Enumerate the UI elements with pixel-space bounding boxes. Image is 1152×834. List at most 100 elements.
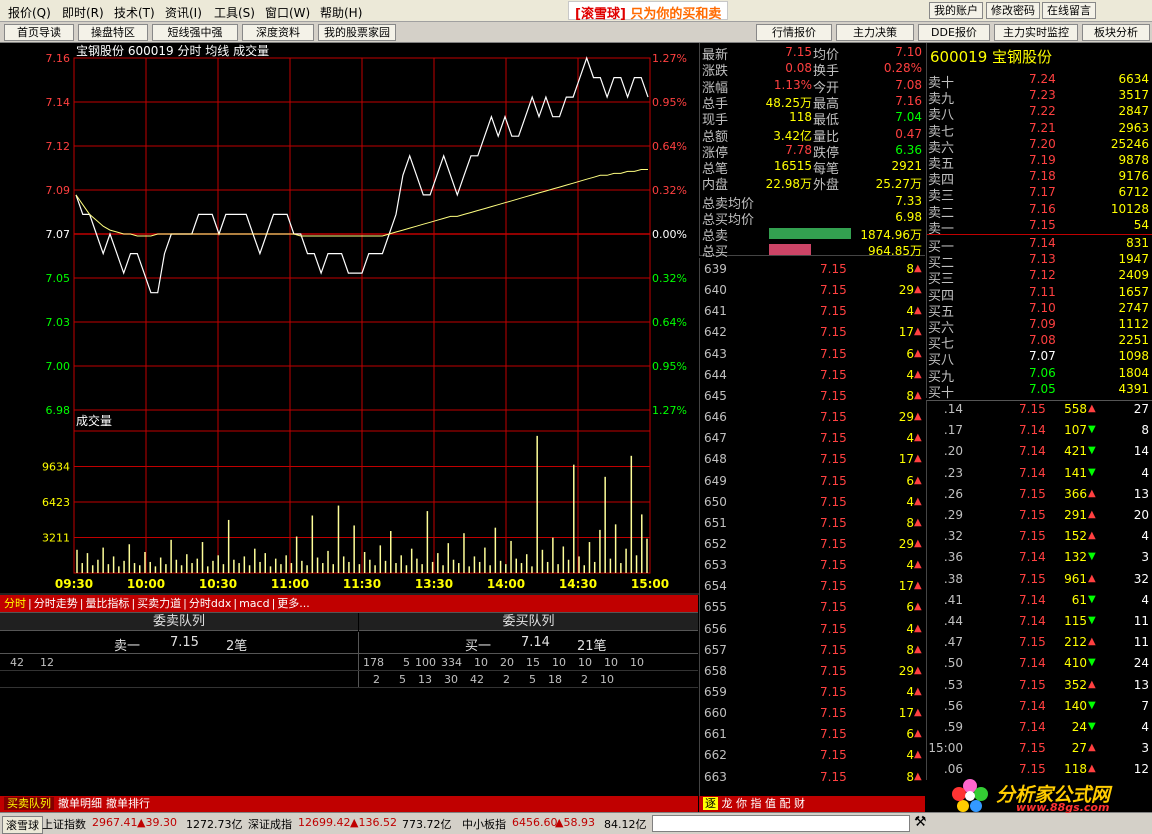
tick-volume: 4 <box>906 558 914 573</box>
toolbar-right-button-4[interactable]: 板块分析 <box>1082 24 1150 41</box>
book-title: 600019 宝钢股份 <box>930 48 1053 66</box>
toolbar: 首页导读 操盘特区 短线强中强 深度资料 我的股票家园 行情报价 主力决策 DDE报价 主力实时… <box>0 22 1152 43</box>
trade-count: 12 <box>1133 762 1149 777</box>
menu-item-5[interactable]: 窗口(W) <box>265 4 310 21</box>
bottom-tab-0[interactable]: 买卖队列 <box>4 797 54 810</box>
sell-queue-cell: 42 <box>10 656 24 669</box>
trade-volume: 961 <box>1064 571 1087 586</box>
up-arrow-icon: ▲ <box>1088 763 1096 775</box>
toolbar-right-button-2[interactable]: DDE报价 <box>918 24 990 41</box>
quote-value: 7.10 <box>895 45 922 59</box>
indicator-tab-0[interactable]: 分时 <box>4 597 26 610</box>
menu-item-0[interactable]: 报价(Q) <box>8 4 51 21</box>
book-row: 卖六 7.20 25246 <box>927 137 1152 156</box>
trade-volume: 152 <box>1064 529 1087 544</box>
trade-volume: 291 <box>1064 508 1087 522</box>
tick-row: 650 7.15 4 ▲ <box>700 495 926 516</box>
indicator-tab-2[interactable]: 量比指标 <box>85 597 129 610</box>
indicator-tab-4[interactable]: 分时ddx <box>189 597 231 610</box>
indicator-tab-1[interactable]: 分时走势 <box>34 597 78 610</box>
status-app-button[interactable]: 滚雪球 <box>2 816 43 834</box>
account-button-2[interactable]: 在线留言 <box>1042 2 1096 19</box>
price-tick-label: 7.05 <box>46 272 71 285</box>
toolbar-right-button-1[interactable]: 主力决策 <box>836 24 914 41</box>
trade-volume: 115 <box>1064 614 1087 628</box>
indicator-tab-6[interactable]: 更多... <box>277 597 310 610</box>
bottom-tab-2[interactable]: 撤单排行 <box>106 797 150 810</box>
trade-volume: 140 <box>1064 698 1087 713</box>
tools-icon[interactable]: ⚒ <box>914 814 927 830</box>
index-sh-change: ▲39.30 <box>137 816 177 829</box>
tick-price: 7.15 <box>820 515 847 530</box>
menu-item-6[interactable]: 帮助(H) <box>320 4 362 21</box>
side-tab-2[interactable]: 你 <box>736 797 747 810</box>
buy-queue-cell: 2 <box>581 673 588 686</box>
buy-queue-cell: 178 <box>363 656 384 669</box>
quote-panel: 最新 7.15 均价 7.10 涨跌 0.08 换手 0.28% 涨幅 1.13% 今开 7.08 总手… <box>699 43 925 260</box>
down-arrow-icon: ▼ <box>1088 445 1096 457</box>
up-arrow-icon: ▲ <box>914 389 922 401</box>
tick-price: 7.15 <box>820 367 847 382</box>
index-sz-value: 12699.42 <box>298 816 351 829</box>
trade-row: .47 7.15 212 ▲ 11 <box>927 635 1152 656</box>
tick-price: 7.15 <box>820 262 847 276</box>
trade-detail-list[interactable]: .14 7.15 558 ▲ 27.17 7.14 107 ▼ 8.20 7.14 421 ▼ 14.2… <box>926 400 1152 780</box>
pct-tick-label: 0.64% <box>652 140 687 153</box>
indicator-tab-3[interactable]: 买卖力道 <box>137 597 181 610</box>
book-row: 卖四 7.18 9176 <box>927 169 1152 188</box>
tick-volume: 8 <box>906 642 914 657</box>
trade-row: .38 7.15 961 ▲ 32 <box>927 572 1152 593</box>
status-input[interactable] <box>652 815 910 832</box>
quote-value: 7.08 <box>895 77 922 92</box>
toolbar-left-button-0[interactable]: 首页导读 <box>4 24 74 41</box>
tick-price: 7.15 <box>820 304 847 319</box>
tick-number: 647 <box>704 431 727 446</box>
indicator-tab-5[interactable]: macd <box>239 597 270 610</box>
down-arrow-icon: ▼ <box>1088 699 1096 711</box>
account-button-0[interactable]: 我的账户 <box>929 2 983 19</box>
menu-item-4[interactable]: 工具(S) <box>214 4 255 21</box>
trade-time: .47 <box>943 635 963 650</box>
side-tab-0[interactable]: 逐 <box>703 797 718 810</box>
account-button-1[interactable]: 修改密码 <box>986 2 1040 19</box>
time-tick-label: 11:00 <box>271 577 309 591</box>
bottom-tab-1[interactable]: 撤单明细 <box>58 797 102 810</box>
book-price: 7.23 <box>1029 88 1056 103</box>
side-tab-3[interactable]: 指 <box>751 797 762 810</box>
menu-item-2[interactable]: 技术(T) <box>114 4 155 21</box>
toolbar-right-button-0[interactable]: 行情报价 <box>756 24 832 41</box>
book-volume: 54 <box>1133 217 1149 232</box>
up-arrow-icon: ▲ <box>914 686 922 697</box>
side-tab-1[interactable]: 龙 <box>722 797 733 810</box>
toolbar-left-button-1[interactable]: 操盘特区 <box>78 24 148 41</box>
tick-price: 7.15 <box>820 494 847 509</box>
bottom-tabs: 买卖队列 撤单明细 撤单排行 <box>0 796 698 812</box>
side-tab-5[interactable]: 配 <box>780 797 791 810</box>
toolbar-left-button-2[interactable]: 短线强中强 <box>152 24 238 41</box>
book-row: 买五 7.10 2747 <box>927 301 1152 320</box>
tick-list[interactable]: 639 7.15 8 ▲ 640 7.15 29 ▲ 641 7.15 4 ▲ 642 7.15 17 ▲ 64… <box>699 258 925 796</box>
tick-row: 653 7.15 4 ▲ <box>700 558 926 579</box>
buy-queue-title: 委买队列 <box>359 613 698 631</box>
menu-item-3[interactable]: 资讯(I) <box>165 4 202 21</box>
trade-volume: 107 <box>1064 423 1087 438</box>
tick-price: 7.15 <box>820 473 847 488</box>
toolbar-left-button-4[interactable]: 我的股票家园 <box>318 24 396 41</box>
toolbar-right-button-3[interactable]: 主力实时监控 <box>994 24 1078 41</box>
tick-row: 662 7.15 4 ▲ <box>700 748 926 769</box>
toolbar-left-button-3[interactable]: 深度资料 <box>242 24 314 41</box>
tick-number: 639 <box>704 262 727 276</box>
brand-banner: [滚雪球] 只为你的买和卖 <box>568 1 729 22</box>
side-tab-4[interactable]: 值 <box>765 797 776 810</box>
book-price: 7.06 <box>1029 365 1056 380</box>
up-arrow-icon: ▲ <box>914 432 922 444</box>
buy-queue-cell: 10 <box>578 656 592 669</box>
index-sz-amount: 773.72亿 <box>402 818 452 831</box>
trade-row: .50 7.14 410 ▼ 24 <box>927 656 1152 677</box>
buy-queue-cell: 10 <box>604 656 618 669</box>
total-bar <box>769 244 811 255</box>
buy-queue-cell: 100 <box>415 656 436 669</box>
trade-count: 8 <box>1141 423 1149 438</box>
menu-item-1[interactable]: 即时(R) <box>62 4 104 21</box>
side-tab-6[interactable]: 财 <box>794 797 805 810</box>
